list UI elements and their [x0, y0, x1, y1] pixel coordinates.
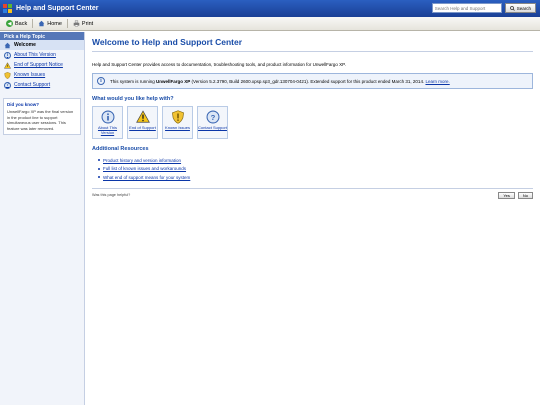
tile-label: End of Support	[129, 125, 156, 130]
list-item: Product history and version information	[98, 156, 533, 165]
list-item: Full list of known issues and workaround…	[98, 165, 533, 174]
printer-icon	[73, 20, 80, 27]
sidebar-item-label: About This Version	[14, 52, 56, 58]
shield-icon	[171, 110, 185, 124]
list-item: What end of support means for your syste…	[98, 173, 533, 182]
resource-link[interactable]: What end of support means for your syste…	[103, 175, 190, 180]
title-bar: Help and Support Center Search	[0, 0, 540, 17]
feedback-no-button[interactable]: No	[517, 191, 533, 199]
did-you-know-box: Did you know? UnwellFargo XP was the fin…	[3, 98, 81, 135]
window-title: Help and Support Center	[16, 5, 99, 12]
resource-link[interactable]: Full list of known issues and workaround…	[103, 166, 186, 171]
sidebar-item-about-this-version[interactable]: i About This Version	[0, 50, 84, 60]
search-input[interactable]	[431, 3, 502, 13]
question-icon: ?	[206, 110, 220, 124]
search-area: Search	[431, 3, 536, 13]
back-button-label: Back	[15, 20, 28, 27]
bullet	[98, 167, 100, 170]
warning-icon	[135, 110, 150, 124]
resources-list: Product history and version information …	[98, 156, 533, 182]
toolbar-divider	[32, 19, 34, 28]
sidebar-item-contact-support[interactable]: ? Contact Support	[0, 80, 84, 90]
bullet	[98, 176, 100, 179]
print-button-label: Print	[81, 20, 94, 27]
info-icon: i	[97, 77, 105, 85]
version-info-text: This system is running UnwellFargo XP (V…	[110, 79, 450, 84]
search-icon	[509, 5, 515, 11]
sidebar-item-welcome[interactable]: Welcome	[0, 40, 84, 50]
info-detail: (Version 5.2.3790, Build 2600.xpsp.sp3_g…	[190, 78, 426, 84]
tile-end-of-support[interactable]: End of Support	[127, 106, 158, 139]
info-icon	[101, 110, 115, 124]
feedback-question: Was this page helpful?	[92, 193, 131, 197]
toolbar: ◀ Back Home Print	[0, 17, 540, 31]
sidebar-item-end-of-support-notice[interactable]: End of Support Notice	[0, 60, 84, 70]
sidebar-item-label: End of Support Notice	[14, 62, 63, 68]
feedback-bar: Was this page helpful? Yes No	[92, 187, 533, 199]
sidebar-item-label: Known Issues	[14, 72, 46, 78]
main-content: Welcome to Help and Support Center Help …	[92, 32, 533, 199]
feedback-buttons: Yes No	[498, 191, 533, 199]
info-icon: i	[4, 51, 11, 59]
sidebar-header: Pick a Help Topic	[0, 32, 84, 40]
sidebar-item-label: Contact Support	[14, 82, 51, 88]
sidebar-item-known-issues[interactable]: Known Issues	[0, 70, 84, 80]
windows-logo-icon	[3, 4, 12, 13]
svg-text:?: ?	[210, 113, 215, 122]
tile-known-issues[interactable]: Known Issues	[162, 106, 193, 139]
tile-label: Contact Support	[198, 125, 227, 130]
product-name: UnwellFargo XP	[156, 78, 191, 84]
search-button[interactable]: Search	[504, 3, 536, 13]
home-button[interactable]: Home	[35, 18, 65, 29]
tile-contact-support[interactable]: ? Contact Support	[197, 106, 228, 139]
sidebar-item-label: Welcome	[14, 42, 36, 48]
feedback-yes-button[interactable]: Yes	[498, 191, 515, 199]
back-arrow-icon: ◀	[6, 20, 13, 27]
help-tiles: About This Version End of Support Known …	[92, 106, 533, 139]
home-icon	[4, 42, 11, 49]
help-heading: What would you like help with?	[92, 96, 174, 102]
back-button[interactable]: ◀ Back	[3, 18, 30, 29]
tile-label: Known Issues	[165, 125, 190, 130]
info-prefix: This system is running	[110, 78, 157, 84]
learn-more-link[interactable]: Learn more.	[425, 79, 449, 84]
page-title: Welcome to Help and Support Center	[92, 37, 533, 52]
home-button-label: Home	[47, 20, 62, 27]
home-icon	[38, 20, 45, 27]
did-you-know-title: Did you know?	[7, 102, 39, 107]
question-icon: ?	[4, 81, 11, 89]
version-info-box: i This system is running UnwellFargo XP …	[92, 73, 533, 89]
did-you-know-text: UnwellFargo XP was the final version in …	[7, 109, 74, 131]
resources-heading: Additional Resources	[92, 146, 149, 152]
intro-text: Help and Support Center provides access …	[92, 62, 346, 67]
warning-icon	[4, 61, 11, 69]
print-button[interactable]: Print	[70, 18, 96, 29]
search-button-label: Search	[516, 5, 531, 11]
sidebar: Pick a Help Topic Welcome i About This V…	[0, 32, 85, 405]
tile-about-this-version[interactable]: About This Version	[92, 106, 123, 139]
bullet	[98, 159, 100, 162]
tile-label: About This Version	[97, 125, 118, 135]
shield-icon	[4, 71, 11, 79]
resource-link[interactable]: Product history and version information	[103, 158, 181, 163]
toolbar-divider	[66, 19, 68, 28]
